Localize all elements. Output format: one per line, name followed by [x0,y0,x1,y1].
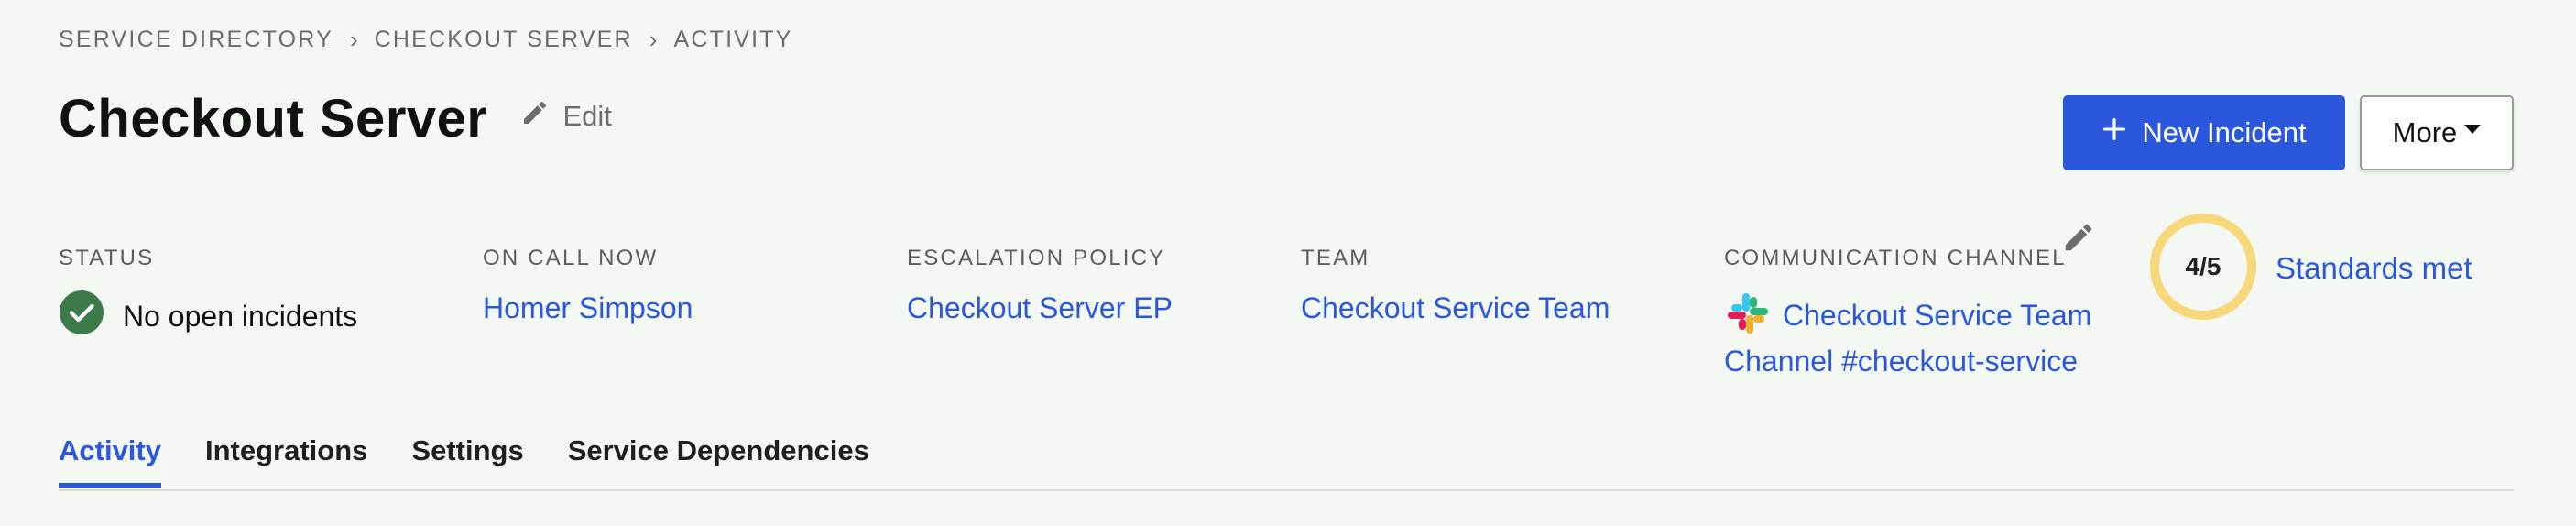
breadcrumb-checkout-server[interactable]: CHECKOUT SERVER [375,27,633,53]
on-call-label: ON CALL NOW [483,246,659,270]
on-call-user-link[interactable]: Homer Simpson [483,291,693,325]
plus-icon [2101,116,2127,149]
breadcrumb-activity: ACTIVITY [673,27,793,52]
status-label: STATUS [59,246,155,270]
tab-settings[interactable]: Settings [411,433,523,488]
communication-channel-label: COMMUNICATION CHANNEL [1724,246,2067,270]
breadcrumb-separator: › [349,26,358,53]
standards-met-link[interactable]: Standards met [2276,251,2472,286]
caret-down-icon [2464,125,2482,134]
tab-integrations[interactable]: Integrations [205,433,367,488]
standards-score: 4/5 [2185,252,2221,280]
breadcrumb-service-directory[interactable]: SERVICE DIRECTORY [59,27,333,53]
tab-activity[interactable]: Activity [59,433,161,488]
team-link[interactable]: Checkout Service Team [1301,291,1610,325]
communication-channel-row: Checkout Service Team [1724,290,2091,342]
tab-service-dependencies[interactable]: Service Dependencies [568,433,869,488]
pencil-icon[interactable] [2061,220,2096,255]
new-incident-button[interactable]: New Incident [2063,95,2345,170]
pencil-icon [520,98,550,135]
more-dropdown-button[interactable]: More [2360,95,2514,170]
check-circle-icon [59,290,104,343]
slack-icon [1724,290,1772,342]
escalation-policy-link[interactable]: Checkout Server EP [907,291,1173,325]
more-label: More [2392,116,2458,148]
escalation-policy-label: ESCALATION POLICY [907,246,1166,270]
new-incident-label: New Incident [2142,116,2307,148]
breadcrumb: SERVICE DIRECTORY › CHECKOUT SERVER › AC… [59,26,793,54]
edit-label: Edit [562,99,612,132]
team-label: TEAM [1301,246,1370,270]
edit-title-button[interactable]: Edit [520,98,612,135]
communication-channel-link[interactable]: Checkout Service Team [1783,299,2091,333]
title-row: Checkout Server Edit [59,88,612,149]
breadcrumb-separator: › [649,26,658,53]
page-title: Checkout Server [59,89,488,148]
tab-bar: Activity Integrations Settings Service D… [59,433,2514,491]
status-value: No open incidents [59,290,357,343]
status-text: No open incidents [123,299,358,333]
communication-channel-name[interactable]: Channel #checkout-service [1724,345,2078,378]
